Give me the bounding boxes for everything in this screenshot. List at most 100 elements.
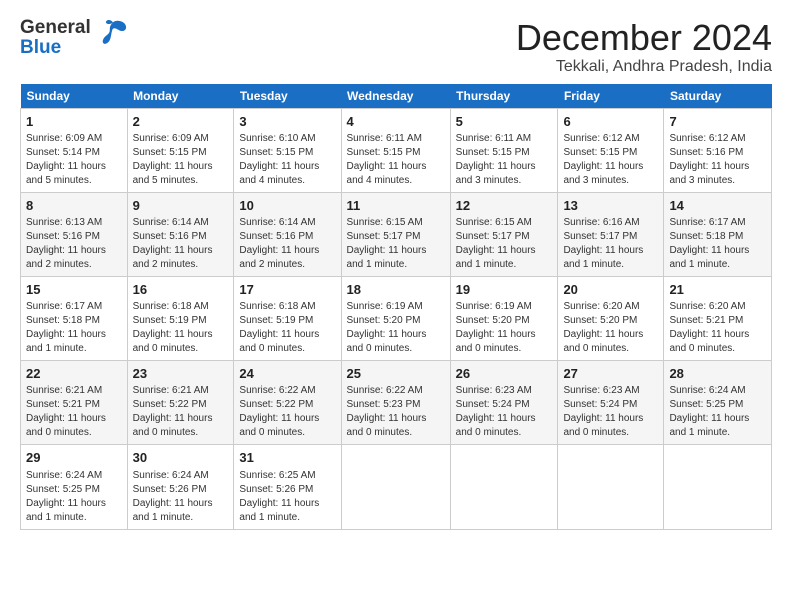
cell-info: Sunset: 5:22 PM: [239, 398, 335, 412]
day-number: 2: [133, 113, 229, 131]
calendar-cell: 11Sunrise: 6:15 AMSunset: 5:17 PMDayligh…: [341, 192, 450, 276]
calendar-cell: 25Sunrise: 6:22 AMSunset: 5:23 PMDayligh…: [341, 361, 450, 445]
calendar-cell: 21Sunrise: 6:20 AMSunset: 5:21 PMDayligh…: [664, 276, 772, 360]
cell-info: and 3 minutes.: [456, 174, 553, 188]
logo-line2: Blue: [20, 38, 91, 58]
calendar-cell: 1Sunrise: 6:09 AMSunset: 5:14 PMDaylight…: [21, 108, 128, 192]
cell-info: Sunrise: 6:11 AM: [456, 132, 553, 146]
day-number: 9: [133, 197, 229, 215]
calendar-cell: 8Sunrise: 6:13 AMSunset: 5:16 PMDaylight…: [21, 192, 128, 276]
week-row-5: 29Sunrise: 6:24 AMSunset: 5:25 PMDayligh…: [21, 445, 772, 529]
day-number: 28: [669, 365, 766, 383]
cell-info: Daylight: 11 hours: [26, 160, 122, 174]
day-number: 19: [456, 281, 553, 299]
cell-info: Sunset: 5:16 PM: [133, 230, 229, 244]
cell-info: and 0 minutes.: [347, 342, 445, 356]
calendar-cell: [558, 445, 664, 529]
cell-info: and 2 minutes.: [133, 258, 229, 272]
calendar-cell: [664, 445, 772, 529]
day-number: 8: [26, 197, 122, 215]
cell-info: Sunset: 5:17 PM: [563, 230, 658, 244]
cell-info: Daylight: 11 hours: [669, 244, 766, 258]
calendar-cell: 28Sunrise: 6:24 AMSunset: 5:25 PMDayligh…: [664, 361, 772, 445]
week-row-1: 1Sunrise: 6:09 AMSunset: 5:14 PMDaylight…: [21, 108, 772, 192]
header: General Blue December 2024 Tekkali, Andh…: [20, 18, 772, 76]
main-title: December 2024: [516, 18, 772, 58]
calendar-cell: 27Sunrise: 6:23 AMSunset: 5:24 PMDayligh…: [558, 361, 664, 445]
col-header-friday: Friday: [558, 84, 664, 109]
cell-info: Sunset: 5:15 PM: [347, 146, 445, 160]
cell-info: Sunrise: 6:23 AM: [563, 384, 658, 398]
cell-info: Sunset: 5:16 PM: [669, 146, 766, 160]
header-row: SundayMondayTuesdayWednesdayThursdayFrid…: [21, 84, 772, 109]
cell-info: Sunrise: 6:20 AM: [563, 300, 658, 314]
day-number: 23: [133, 365, 229, 383]
cell-info: and 4 minutes.: [347, 174, 445, 188]
day-number: 29: [26, 449, 122, 467]
calendar-cell: 29Sunrise: 6:24 AMSunset: 5:25 PMDayligh…: [21, 445, 128, 529]
logo: General Blue: [20, 18, 129, 58]
cell-info: Daylight: 11 hours: [26, 328, 122, 342]
cell-info: Sunrise: 6:23 AM: [456, 384, 553, 398]
cell-info: Sunrise: 6:18 AM: [239, 300, 335, 314]
calendar-cell: 12Sunrise: 6:15 AMSunset: 5:17 PMDayligh…: [450, 192, 558, 276]
cell-info: Daylight: 11 hours: [239, 412, 335, 426]
cell-info: Daylight: 11 hours: [239, 244, 335, 258]
cell-info: Daylight: 11 hours: [133, 412, 229, 426]
cell-info: Sunrise: 6:24 AM: [669, 384, 766, 398]
cell-info: and 1 minute.: [456, 258, 553, 272]
cell-info: Sunrise: 6:21 AM: [133, 384, 229, 398]
cell-info: Sunrise: 6:16 AM: [563, 216, 658, 230]
cell-info: and 0 minutes.: [26, 426, 122, 440]
col-header-sunday: Sunday: [21, 84, 128, 109]
calendar-cell: 10Sunrise: 6:14 AMSunset: 5:16 PMDayligh…: [234, 192, 341, 276]
day-number: 4: [347, 113, 445, 131]
sub-title: Tekkali, Andhra Pradesh, India: [516, 58, 772, 76]
cell-info: Sunset: 5:16 PM: [26, 230, 122, 244]
calendar-cell: 18Sunrise: 6:19 AMSunset: 5:20 PMDayligh…: [341, 276, 450, 360]
cell-info: Daylight: 11 hours: [133, 497, 229, 511]
cell-info: Sunset: 5:15 PM: [563, 146, 658, 160]
day-number: 11: [347, 197, 445, 215]
title-block: December 2024 Tekkali, Andhra Pradesh, I…: [516, 18, 772, 76]
cell-info: Sunrise: 6:18 AM: [133, 300, 229, 314]
calendar-cell: 26Sunrise: 6:23 AMSunset: 5:24 PMDayligh…: [450, 361, 558, 445]
cell-info: Sunrise: 6:21 AM: [26, 384, 122, 398]
day-number: 18: [347, 281, 445, 299]
day-number: 31: [239, 449, 335, 467]
cell-info: Daylight: 11 hours: [563, 412, 658, 426]
cell-info: and 0 minutes.: [239, 342, 335, 356]
calendar-table: SundayMondayTuesdayWednesdayThursdayFrid…: [20, 84, 772, 530]
cell-info: Sunset: 5:18 PM: [26, 314, 122, 328]
cell-info: and 0 minutes.: [133, 426, 229, 440]
cell-info: Sunrise: 6:19 AM: [347, 300, 445, 314]
calendar-cell: 23Sunrise: 6:21 AMSunset: 5:22 PMDayligh…: [127, 361, 234, 445]
cell-info: Sunrise: 6:24 AM: [133, 469, 229, 483]
cell-info: Daylight: 11 hours: [26, 412, 122, 426]
cell-info: Sunset: 5:15 PM: [239, 146, 335, 160]
cell-info: and 3 minutes.: [669, 174, 766, 188]
cell-info: and 1 minute.: [347, 258, 445, 272]
cell-info: Daylight: 11 hours: [456, 328, 553, 342]
col-header-tuesday: Tuesday: [234, 84, 341, 109]
cell-info: Sunset: 5:25 PM: [26, 483, 122, 497]
calendar-cell: 2Sunrise: 6:09 AMSunset: 5:15 PMDaylight…: [127, 108, 234, 192]
cell-info: and 0 minutes.: [133, 342, 229, 356]
col-header-wednesday: Wednesday: [341, 84, 450, 109]
col-header-monday: Monday: [127, 84, 234, 109]
cell-info: Sunrise: 6:13 AM: [26, 216, 122, 230]
calendar-cell: 22Sunrise: 6:21 AMSunset: 5:21 PMDayligh…: [21, 361, 128, 445]
cell-info: Daylight: 11 hours: [239, 497, 335, 511]
cell-info: Daylight: 11 hours: [133, 160, 229, 174]
cell-info: Daylight: 11 hours: [563, 328, 658, 342]
calendar-cell: 30Sunrise: 6:24 AMSunset: 5:26 PMDayligh…: [127, 445, 234, 529]
cell-info: Sunset: 5:14 PM: [26, 146, 122, 160]
day-number: 5: [456, 113, 553, 131]
cell-info: Daylight: 11 hours: [133, 328, 229, 342]
cell-info: Daylight: 11 hours: [26, 497, 122, 511]
cell-info: Sunrise: 6:15 AM: [347, 216, 445, 230]
cell-info: and 2 minutes.: [239, 258, 335, 272]
calendar-cell: 16Sunrise: 6:18 AMSunset: 5:19 PMDayligh…: [127, 276, 234, 360]
cell-info: Sunrise: 6:17 AM: [669, 216, 766, 230]
day-number: 1: [26, 113, 122, 131]
